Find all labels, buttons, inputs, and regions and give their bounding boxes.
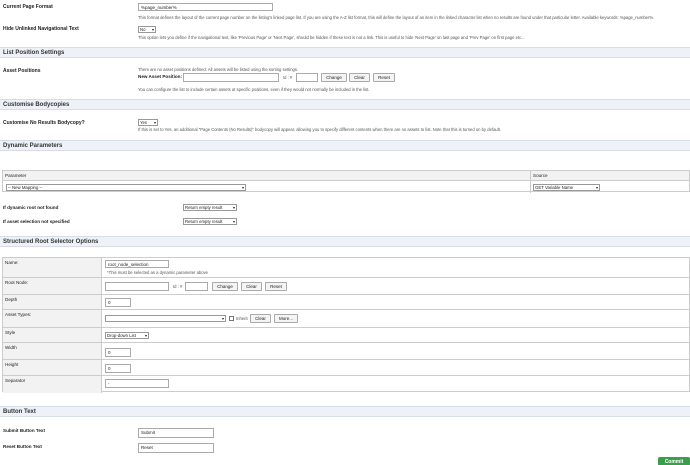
- chevron-down-icon: ▾: [232, 205, 235, 210]
- separator-input[interactable]: -: [105, 379, 169, 388]
- parameter-column-header: Parameter: [5, 173, 27, 178]
- root-node-row: Root Node: Id : # Change Clear Reset: [3, 278, 689, 295]
- height-input[interactable]: 0: [105, 364, 131, 373]
- chevron-down-icon: ▾: [595, 185, 598, 190]
- root-id-input[interactable]: [185, 282, 208, 291]
- source-select[interactable]: GET Variable Name ▾: [533, 184, 600, 191]
- table-header-row: Parameter Source: [3, 171, 689, 193]
- height-row: Height 0: [3, 360, 689, 376]
- not-specified-label: If asset selection not specified: [3, 219, 70, 224]
- no-results-bodycopy-select[interactable]: Yes ▾: [138, 119, 158, 126]
- root-not-found-select[interactable]: Return empty result ▾: [183, 204, 237, 211]
- root-id-label: Id : #: [173, 284, 183, 289]
- asset-types-row: Asset Types: ▾ Inherit Clear More...: [3, 310, 689, 328]
- name-row: Name: root_node_selection *This must be …: [3, 258, 689, 278]
- asset-id-input[interactable]: [296, 73, 318, 82]
- style-select[interactable]: Drop-down List ▾: [105, 332, 149, 339]
- chevron-down-icon: ▾: [232, 219, 235, 224]
- new-asset-position-label: New Asset Position:: [138, 74, 182, 79]
- reset-button[interactable]: Reset: [373, 73, 395, 82]
- source-column-header: Source: [533, 173, 548, 178]
- asset-types-label: Asset Types:: [5, 312, 32, 317]
- dynamic-params-section-header: Dynamic Parameters: [0, 140, 690, 151]
- root-reset-button[interactable]: Reset: [265, 282, 287, 291]
- dynamic-params-table: Parameter Source -- New Mapping -- ▾ GET …: [2, 170, 690, 193]
- hide-unlinked-select[interactable]: No ▾: [138, 26, 156, 33]
- style-label: Style: [5, 330, 16, 335]
- depth-row: Depth 0: [3, 295, 689, 310]
- bodycopies-section-header: Customise Bodycopies: [0, 99, 690, 110]
- no-results-bodycopy-label: Customise No Results Bodycopy?: [3, 120, 85, 126]
- current-page-format-note: This format defines the layout of the cu…: [138, 15, 655, 20]
- list-position-section-header: List Position Settings: [0, 47, 690, 58]
- clear-button[interactable]: Clear: [349, 73, 370, 82]
- hide-unlinked-label: Hide Unlinked Navigational Text: [3, 26, 79, 32]
- types-more-button[interactable]: More...: [274, 314, 298, 323]
- root-change-button[interactable]: Change: [212, 282, 238, 291]
- separator-row: Separator -: [3, 376, 689, 393]
- chevron-down-icon: ▾: [151, 27, 154, 32]
- inherit-label: Inherit: [236, 316, 248, 321]
- chevron-down-icon: ▾: [221, 316, 224, 321]
- depth-label: Depth: [5, 297, 18, 302]
- structured-root-section-header: Structured Root Selector Options: [0, 236, 690, 247]
- reset-button-text-input[interactable]: Reset: [138, 443, 214, 453]
- structured-root-table: Name: root_node_selection *This must be …: [2, 257, 690, 393]
- not-specified-select[interactable]: Return empty result ▾: [183, 218, 237, 225]
- asset-positions-note: You can configure the list to include ce…: [138, 87, 370, 92]
- name-label: Name:: [5, 260, 19, 265]
- current-page-format-label: Current Page Format: [3, 4, 53, 10]
- chevron-down-icon: ▾: [153, 120, 156, 125]
- button-text-section-header: Button Text: [0, 406, 690, 417]
- hide-unlinked-note: This option lets you define if the navig…: [138, 35, 525, 40]
- asset-positions-info: There are no asset positions defined. Al…: [138, 67, 299, 72]
- width-row: Width 0: [3, 343, 689, 360]
- root-not-found-label: If dynamic root not found: [3, 205, 59, 210]
- chevron-down-icon: ▾: [144, 333, 147, 338]
- separator-label: Separator: [5, 378, 26, 383]
- width-label: Width: [5, 345, 17, 350]
- inherit-checkbox[interactable]: [229, 316, 234, 321]
- depth-input[interactable]: 0: [105, 298, 131, 307]
- submit-button-text-label: Submit Button Text: [3, 428, 46, 433]
- chevron-down-icon: ▾: [241, 185, 244, 190]
- types-clear-button[interactable]: Clear: [250, 314, 271, 323]
- new-asset-position-input[interactable]: [183, 73, 279, 82]
- no-results-bodycopy-note: If this is set to Yes, an additional "Pa…: [138, 127, 501, 132]
- root-node-input[interactable]: [105, 282, 169, 291]
- change-button[interactable]: Change: [321, 73, 347, 82]
- submit-button-text-input[interactable]: Submit: [138, 428, 214, 438]
- asset-positions-label: Asset Positions: [3, 68, 41, 74]
- root-clear-button[interactable]: Clear: [241, 282, 262, 291]
- style-row: Style Drop-down List ▾: [3, 328, 689, 343]
- root-node-label: Root Node:: [5, 280, 29, 285]
- name-input[interactable]: root_node_selection: [105, 260, 169, 268]
- asset-types-select[interactable]: ▾: [105, 315, 226, 322]
- name-note: *This must be selected as a dynamic para…: [107, 270, 209, 275]
- reset-button-text-label: Reset Button Text: [3, 444, 42, 449]
- height-label: Height: [5, 362, 19, 367]
- id-label: Id : #: [283, 75, 293, 80]
- new-mapping-select[interactable]: -- New Mapping -- ▾: [6, 184, 246, 191]
- width-input[interactable]: 0: [105, 348, 131, 357]
- commit-button[interactable]: Commit: [658, 457, 690, 465]
- current-page-format-input[interactable]: %page_number%: [138, 3, 273, 11]
